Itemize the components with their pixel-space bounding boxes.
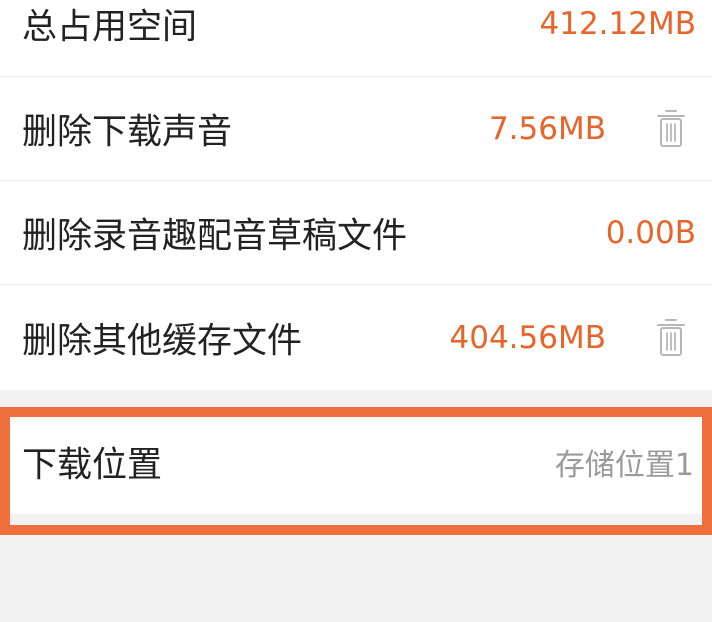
trash-icon[interactable] [654,109,688,149]
download-location-value: 存储位置1 [554,448,694,483]
download-location-label: 下载位置 [22,445,163,486]
delete-other-cache-row[interactable]: 删除其他缓存文件 404.56MB [0,285,712,390]
delete-recording-drafts-size: 0.00B [605,214,696,251]
delete-downloaded-audio-size: 7.56MB [488,110,606,147]
delete-downloaded-audio-row[interactable]: 删除下载声音 7.56MB [0,77,712,181]
delete-recording-drafts-label: 删除录音趣配音草稿文件 [22,216,408,256]
total-space-row: 总占用空间 412.12MB [0,0,712,77]
trash-icon[interactable] [654,318,688,358]
download-location-row[interactable]: 下载位置 存储位置1 [0,410,712,514]
delete-recording-drafts-row[interactable]: 删除录音趣配音草稿文件 0.00B [0,181,712,285]
total-space-label: 总占用空间 [22,7,198,48]
delete-other-cache-label: 删除其他缓存文件 [22,321,303,361]
delete-other-cache-size: 404.56MB [449,319,606,356]
download-location-section: 下载位置 存储位置1 [0,390,712,534]
total-space-value: 412.12MB [539,6,696,42]
delete-downloaded-audio-label: 删除下载声音 [22,112,233,152]
storage-settings-panel: 总占用空间 412.12MB 删除下载声音 7.56MB 删除录音趣配音草稿文件… [0,0,712,390]
